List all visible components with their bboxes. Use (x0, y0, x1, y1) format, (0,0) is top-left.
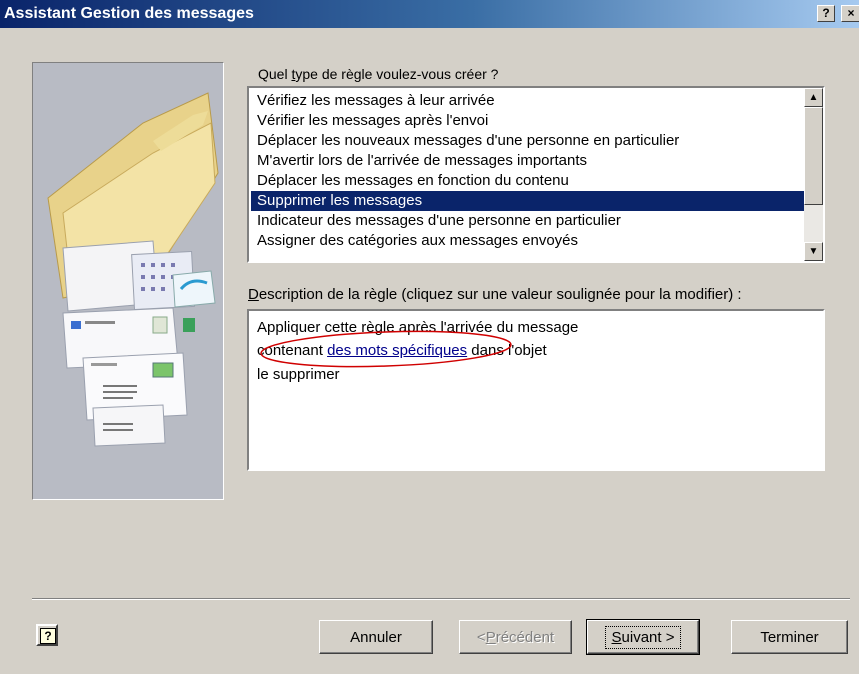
cancel-button[interactable]: Annuler (319, 620, 433, 654)
scroll-up-arrow-icon[interactable]: ▲ (804, 88, 823, 107)
description-line-2: contenant des mots spécifiques dans l'ob… (257, 342, 547, 359)
next-label-accel: S (611, 628, 622, 646)
rule-item-delete-messages[interactable]: Supprimer les messages (251, 191, 806, 211)
rule-type-listbox[interactable]: Vérifiez les messages à leur arrivée Vér… (247, 86, 825, 263)
rule-item-move-by-content[interactable]: Déplacer les messages en fonction du con… (254, 171, 573, 191)
next-focus-frame: Suivant > (604, 625, 682, 649)
rule-description-box[interactable]: Appliquer cette règle après l'arrivée du… (247, 309, 825, 471)
rule-item-move-from-person[interactable]: Déplacer les nouveaux messages d'une per… (254, 131, 683, 151)
folder-envelopes-icon (47, 92, 219, 447)
help-question-button[interactable]: ? (817, 5, 835, 22)
rule-item-flag-from-person[interactable]: Indicateur des messages d'une personne e… (254, 211, 625, 231)
description-line-3: le supprimer (257, 366, 340, 383)
description-label-accel: D (248, 286, 259, 303)
rule-type-label-start: Quel (258, 66, 292, 82)
window-title: Assistant Gestion des messages (4, 5, 254, 22)
previous-label-start: < (476, 628, 486, 646)
previous-label-accel: P (485, 628, 496, 646)
rule-item-assign-categories[interactable]: Assigner des catégories aux messages env… (254, 231, 582, 251)
button-separator (32, 598, 850, 600)
rule-item-notify-important[interactable]: M'avertir lors de l'arrivée de messages … (254, 151, 591, 171)
rule-type-label-end: ype de règle voulez-vous créer ? (295, 66, 499, 82)
description-label-end: escription de la règle (cliquez sur une … (258, 286, 742, 303)
next-label-end: uivant > (621, 628, 675, 646)
close-button[interactable]: × (841, 5, 859, 22)
wizard-illustration (32, 62, 224, 500)
rule-item-check-sent[interactable]: Vérifier les messages après l'envoi (254, 111, 492, 131)
title-bar: Assistant Gestion des messages ? × (0, 0, 859, 28)
rule-type-label: Quel type de règle voulez-vous créer ? (258, 66, 498, 82)
help-button[interactable]: ? (36, 624, 58, 646)
finish-button[interactable]: Terminer (731, 620, 848, 654)
description-label: Description de la règle (cliquez sur une… (248, 286, 742, 303)
next-button[interactable]: Suivant > (586, 619, 700, 655)
scroll-thumb[interactable] (804, 107, 823, 205)
previous-label-end: récédent (495, 628, 555, 646)
specific-words-link[interactable]: des mots spécifiques (327, 342, 467, 359)
scroll-down-arrow-icon[interactable]: ▼ (804, 242, 823, 261)
previous-button[interactable]: < Précédent (459, 620, 572, 654)
rule-item-check-arrival[interactable]: Vérifiez les messages à leur arrivée (254, 91, 499, 111)
help-icon: ? (40, 628, 56, 644)
description-line-2-start: contenant (257, 342, 328, 359)
description-line-1: Appliquer cette règle après l'arrivée du… (257, 319, 579, 336)
listbox-scrollbar[interactable]: ▲ ▼ (804, 88, 823, 261)
description-line-2-end: dans l'objet (467, 342, 547, 359)
